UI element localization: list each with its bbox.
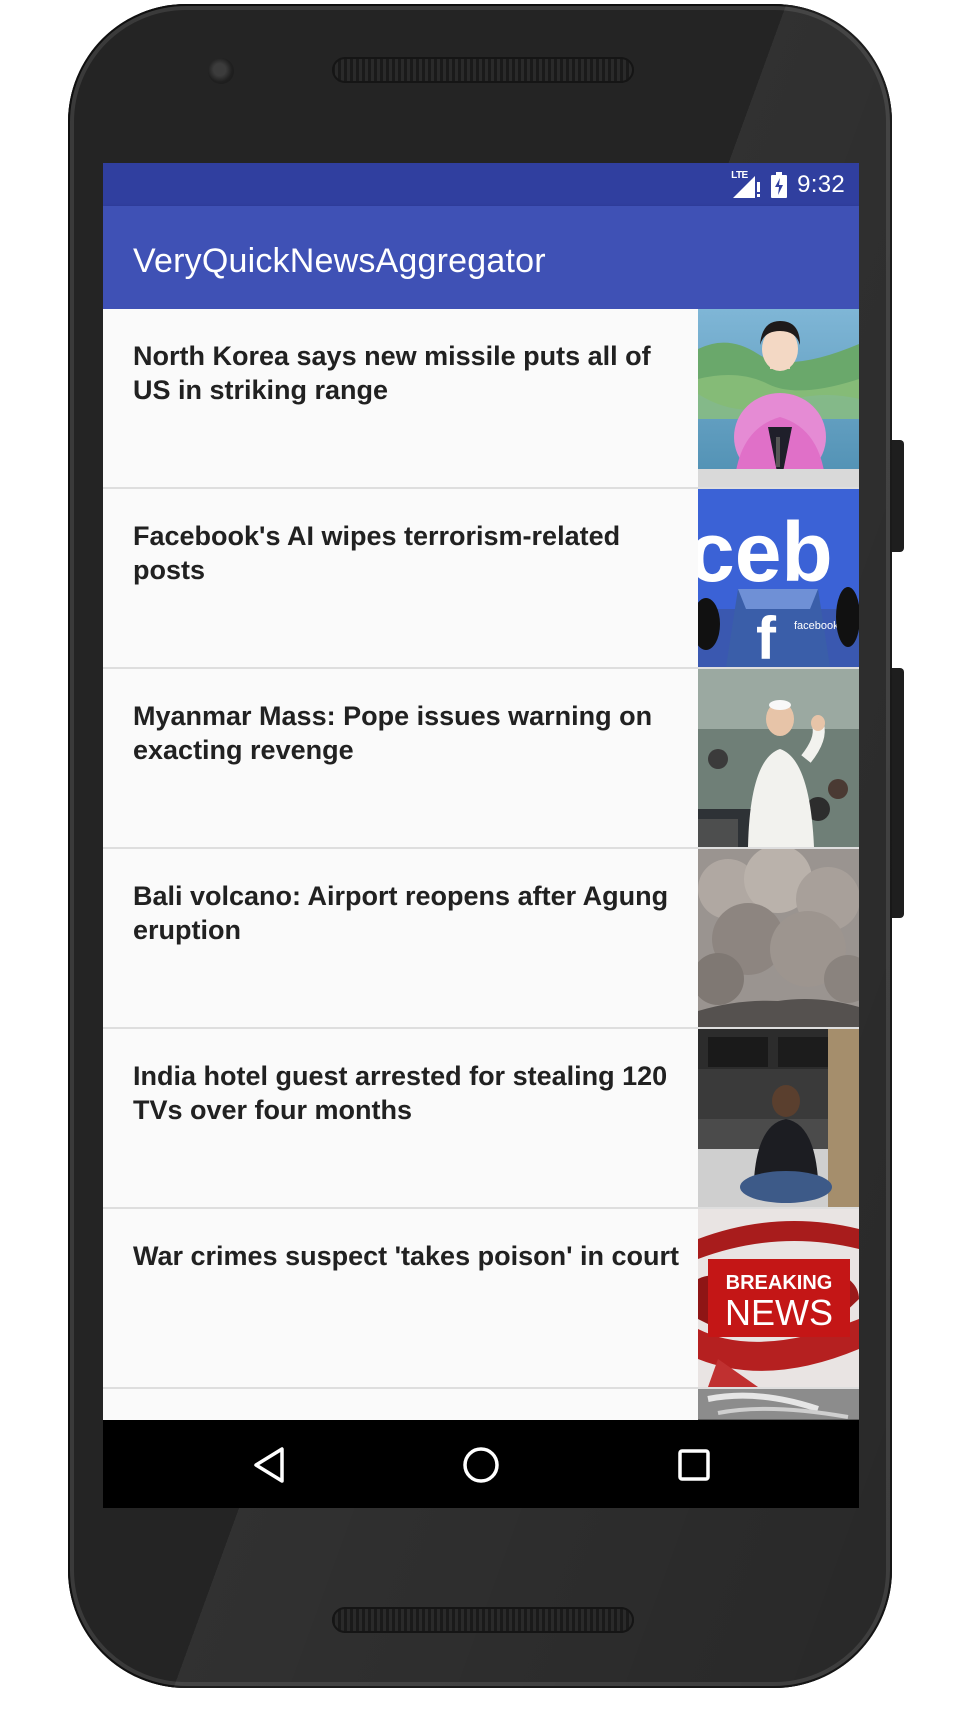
news-headline: North Korea says new missile puts all of… (133, 341, 651, 405)
news-headline: Facebook's AI wipes terrorism-related po… (133, 521, 621, 585)
power-button (892, 440, 904, 552)
back-icon[interactable] (246, 1442, 292, 1488)
app-bar: VeryQuickNewsAggregator (103, 206, 859, 309)
news-item[interactable]: Myanmar Mass: Pope issues warning on exa… (103, 669, 859, 849)
news-headline: India hotel guest arrested for stealing … (133, 1061, 668, 1125)
news-headline: War crimes suspect 'takes poison' in cou… (133, 1241, 679, 1271)
screen: LTE 9:32 VeryQuickNewsAggregator North K… (103, 163, 859, 1508)
news-anchor-image (698, 309, 859, 487)
svg-text:ceb: ceb (698, 505, 833, 599)
svg-text:BREAKING: BREAKING (726, 1272, 833, 1294)
news-item[interactable]: War crimes suspect 'takes poison' in cou… (103, 1209, 859, 1389)
status-bar: LTE 9:32 (103, 163, 859, 206)
news-item[interactable]: North Korea says new missile puts all of… (103, 309, 859, 489)
facebook-logo-image: ceb f facebook (698, 489, 859, 667)
svg-text:facebook: facebook (794, 620, 839, 632)
bottom-speaker (332, 1607, 634, 1633)
volcano-ash-image (698, 849, 859, 1027)
news-item[interactable]: Facebook's AI wipes terrorism-related po… (103, 489, 859, 669)
svg-text:NEWS: NEWS (725, 1292, 833, 1333)
breaking-news-image: BREAKING NEWS (698, 1209, 859, 1387)
battery-charging-icon (771, 171, 788, 198)
news-item[interactable]: Bali volcano: Airport reopens after Agun… (103, 849, 859, 1029)
earpiece-speaker (332, 57, 634, 83)
status-clock: 9:32 (797, 170, 845, 198)
news-list[interactable]: North Korea says new missile puts all of… (103, 309, 859, 1508)
arrested-man-image (698, 1029, 859, 1207)
pope-image (698, 669, 859, 847)
recents-icon[interactable] (671, 1442, 717, 1488)
cellular-signal-icon: LTE (731, 170, 761, 198)
home-icon[interactable] (458, 1442, 504, 1488)
navigation-bar (103, 1420, 859, 1508)
news-item[interactable]: India hotel guest arrested for stealing … (103, 1029, 859, 1209)
news-headline: Myanmar Mass: Pope issues warning on exa… (133, 701, 653, 765)
app-title: VeryQuickNewsAggregator (133, 242, 546, 280)
svg-text:f: f (756, 605, 777, 667)
front-camera (208, 58, 234, 84)
volume-button (892, 668, 904, 918)
news-headline: Bali volcano: Airport reopens after Agun… (133, 881, 669, 945)
